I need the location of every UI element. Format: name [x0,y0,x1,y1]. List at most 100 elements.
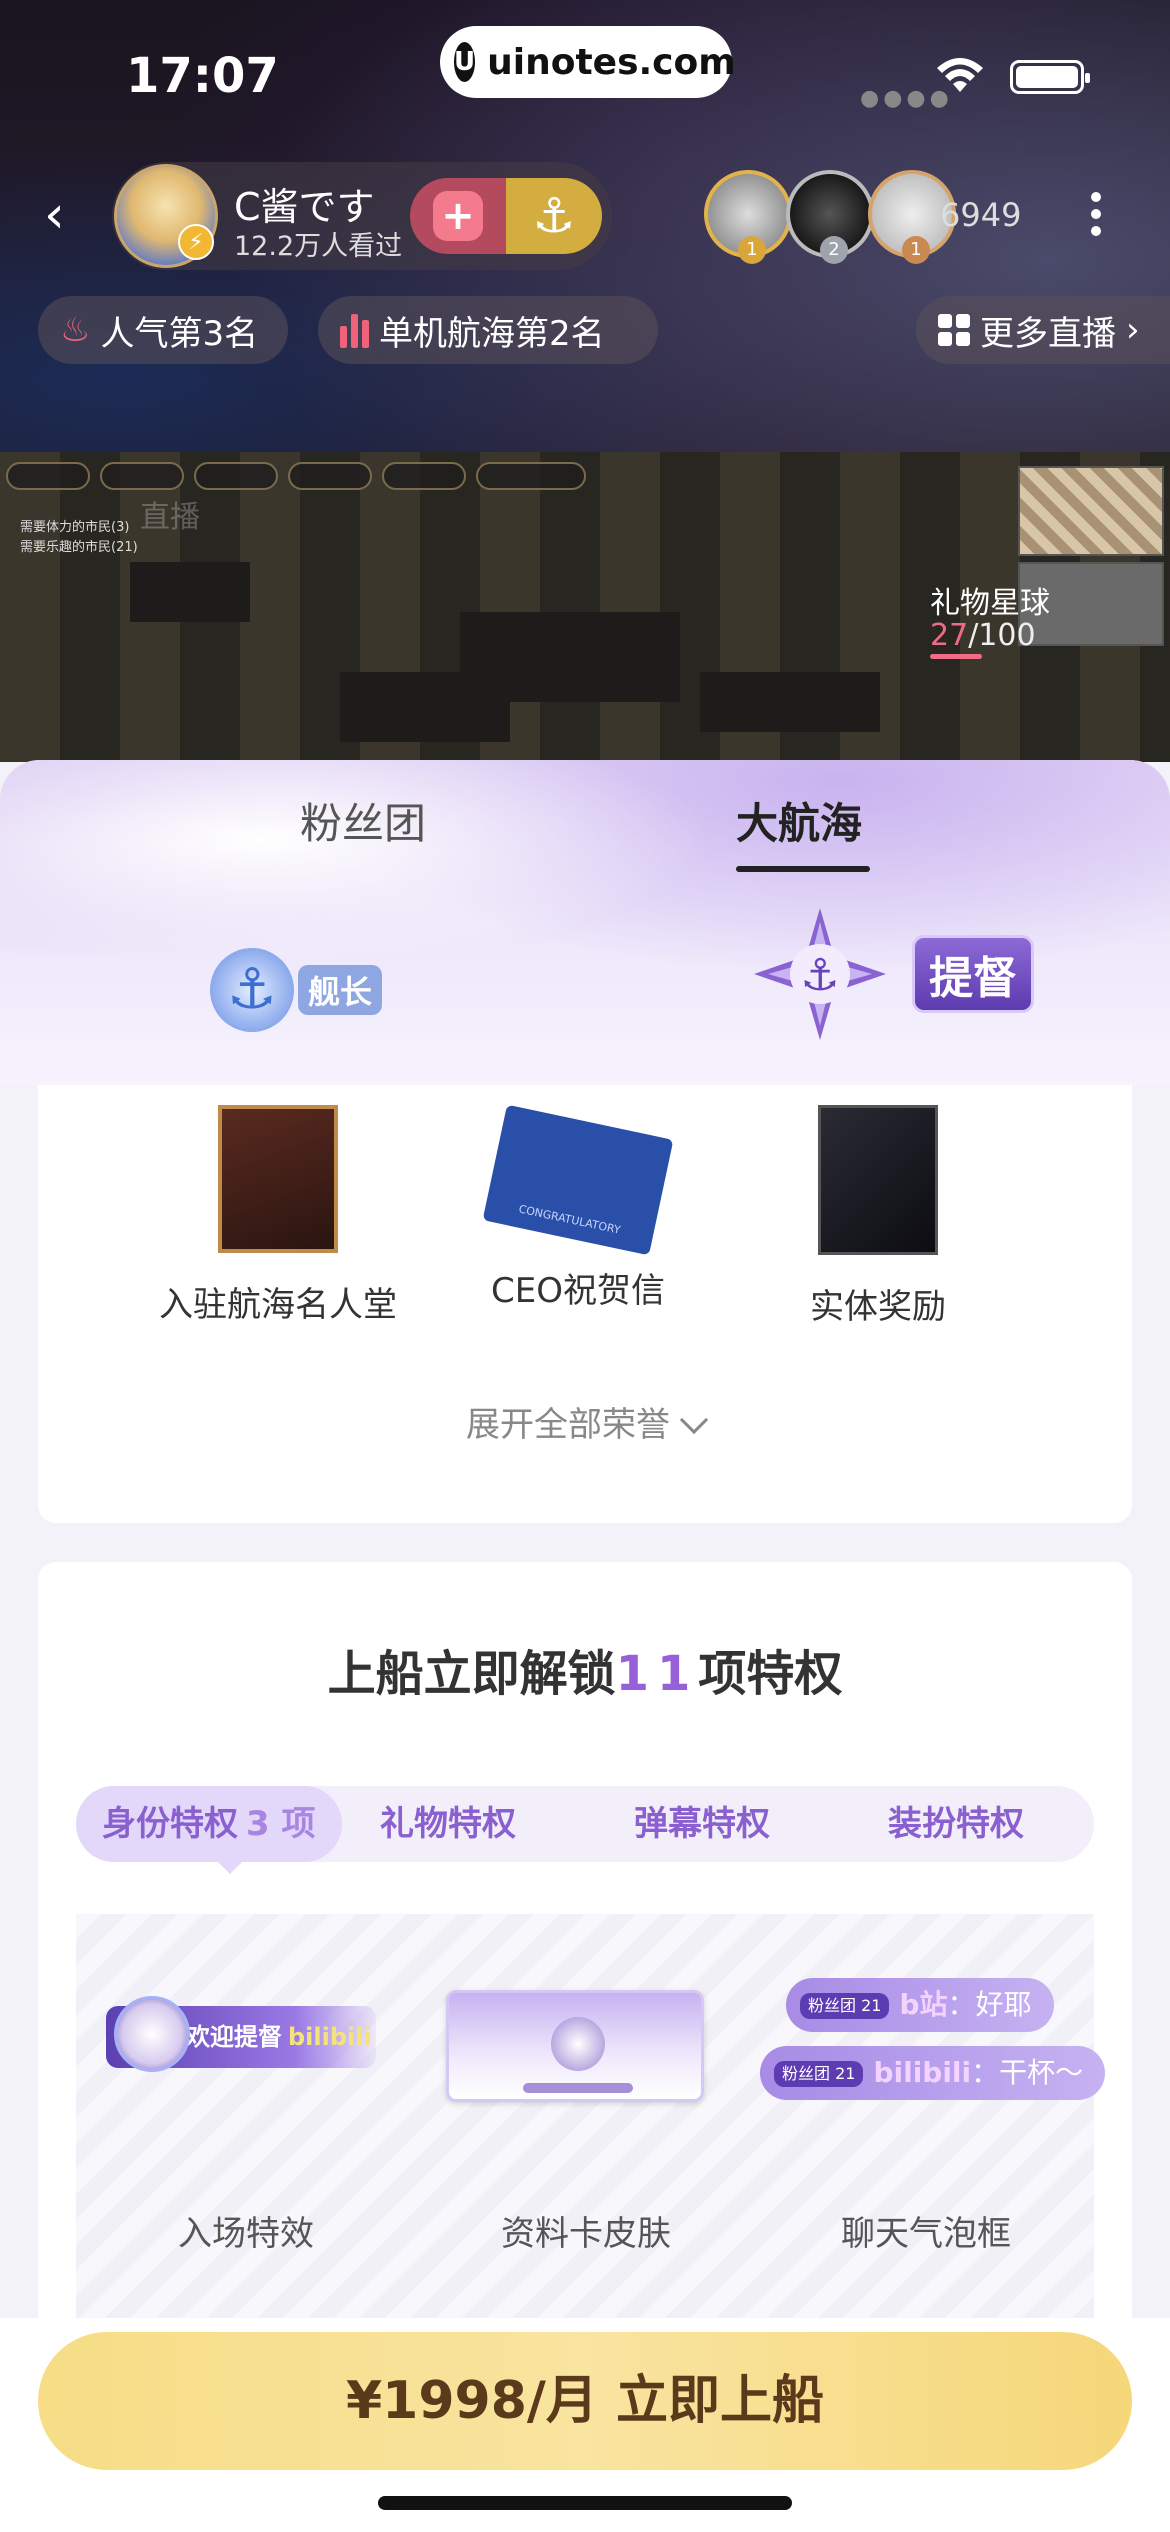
entry-effect-text: 欢迎提督 [186,2023,282,2051]
lightning-badge-icon: ⚡ [178,224,214,260]
envelope-text: CONGRATULATORY [517,1202,622,1237]
live-header: 17:07 U uinotes.com ●●●● ‹ ⚡ C酱です 12.2万人… [0,0,1170,762]
bubble-site: bilibili [873,2056,972,2089]
fan-avatar[interactable]: 1 [704,170,792,264]
more-live-button[interactable]: 更多直播 › [916,296,1170,364]
privilege-category-tabs: 身份特权 3 项 礼物特权 弹幕特权 装扮特权 [76,1786,1094,1862]
fan-badge: 粉丝团 21 [774,2061,864,2087]
online-count[interactable]: 6949 [940,196,1021,234]
heart-plus-icon: + [433,191,483,241]
category-rank-label: 单机航海第2名 [379,313,605,354]
wifi-icon [937,58,983,92]
guard-sheet: 粉丝团 大航海 ⚓ 舰长 ⚓ 提督 入驻航海名人堂 CONGRATULATORY… [0,760,1170,2532]
game-tile [340,672,510,742]
gift-current: 27 [930,618,969,653]
gift-star-progress: 27/100 [930,618,1036,653]
privilege-label: 聊天气泡框 [841,2214,1011,2254]
title-number: 11 [615,1646,699,1702]
level-captain[interactable]: ⚓ 舰长 [210,948,383,1032]
game-tip: 需要体力的市民(3) [20,520,130,535]
admiral-label: 提督 [912,935,1034,1013]
tab-pointer [216,1860,244,1874]
tab-gift[interactable]: 礼物特权 [380,1786,516,1862]
uinotes-logo-icon: U [454,42,476,82]
privilege-chat-bubble[interactable]: 粉丝团 21 b站：好耶 粉丝团 21 bilibili：干杯～ 聊天气泡框 [756,1914,1106,2334]
privileges-title: 上船立即解锁11项特权 [38,1634,1132,1704]
bubble-text: ：好耶 [947,1988,1032,2021]
privilege-label: 入场特效 [178,2214,314,2254]
tab-identity-count: 3 项 [246,1804,316,1844]
privilege-entry-effect[interactable]: 欢迎提督 bilibili 入场特效 [76,1914,416,2334]
avatar [551,2017,605,2071]
more-options-icon[interactable] [1088,186,1104,246]
tab-danmaku[interactable]: 弹幕特权 [634,1786,770,1862]
level-admiral[interactable]: ⚓ 提督 [752,906,1034,1042]
url-pill[interactable]: U uinotes.com [440,26,736,98]
expand-honors-button[interactable]: 展开全部荣誉 [38,1397,1132,1446]
tab-identity[interactable]: 身份特权 3 项 [76,1786,342,1862]
tab-dressup[interactable]: 装扮特权 [888,1786,1024,1862]
captain-anchor-icon: ⚓ [210,948,294,1032]
board-ship-button[interactable]: ¥1998/月 立即上船 [38,2332,1132,2470]
grid-icon [938,314,970,346]
gift-total: /100 [968,618,1036,653]
bubble-text: ：干杯～ [971,2056,1084,2089]
honor-label: 入驻航海名人堂 [159,1285,397,1325]
tab-underline [736,866,870,872]
fan-avatar[interactable]: 2 [786,170,874,264]
sheet-header: 粉丝团 大航海 ⚓ 舰长 ⚓ 提督 [0,760,1170,1085]
entry-effect-brand: bilibili [288,2023,372,2051]
envelope-icon: CONGRATULATORY [482,1104,674,1256]
flame-icon: ♨ [60,310,91,350]
gift-progress-bar [930,654,982,659]
skin-name-bar [523,2083,633,2093]
expand-honors-label: 展开全部荣誉 [466,1405,670,1445]
chevron-right-icon: › [1126,310,1140,350]
profile-skin-preview [446,1990,704,2102]
status-bar: 17:07 U uinotes.com ●●●● [0,0,1170,150]
chat-bubble-preview: 粉丝团 21 bilibili：干杯～ [760,2046,1106,2100]
game-tip: 需要乐趣的市民(21) [20,540,138,555]
hall-of-fame-frame-icon [218,1105,338,1253]
rank-number: 2 [820,236,848,264]
honors-card: 入驻航海名人堂 CONGRATULATORY CEO祝贺信 实体奖励 展开全部荣… [38,1085,1132,1523]
popularity-rank-label: 人气第3名 [100,313,259,354]
svg-text:⚓: ⚓ [800,950,839,1001]
honor-hall-of-fame[interactable]: 入驻航海名人堂 [128,1105,428,1326]
tab-fan-club[interactable]: 粉丝团 [300,790,426,851]
follow-button[interactable]: + [410,178,506,254]
honor-label: CEO祝贺信 [491,1271,665,1311]
honor-physical-reward[interactable]: 实体奖励 [728,1105,1028,1328]
avatar [114,1996,190,2072]
tab-voyage[interactable]: 大航海 [736,790,862,851]
live-video[interactable]: 直播 需要体力的市民(3) 需要乐趣的市民(21) 礼物星球 27/100 [0,452,1170,762]
title-suffix: 项特权 [698,1646,843,1702]
privilege-profile-skin[interactable]: 资料卡皮肤 [416,1914,756,2334]
back-icon[interactable]: ‹ [44,189,84,241]
guard-anchor-button[interactable]: ⚓ [506,178,602,254]
category-rank-tag[interactable]: 单机航海第2名 [318,296,658,364]
bubble-site: b站 [899,1988,948,2021]
privileges-card: 上船立即解锁11项特权 身份特权 3 项 礼物特权 弹幕特权 装扮特权 欢迎提督 b… [38,1562,1132,2362]
crystal-frame-icon [818,1105,938,1255]
gift-star-label[interactable]: 礼物星球 [930,578,1050,622]
game-tile [130,562,250,622]
privilege-label: 资料卡皮肤 [501,2214,671,2254]
honor-ceo-letter[interactable]: CONGRATULATORY CEO祝贺信 [428,1104,728,1312]
chevron-down-icon [679,1405,709,1435]
captain-label: 舰长 [298,965,383,1015]
status-time: 17:07 [126,48,279,104]
title-prefix: 上船立即解锁 [327,1646,616,1702]
tab-identity-label: 身份特权 [102,1804,238,1844]
battery-icon [1010,60,1090,94]
fan-badge: 粉丝团 21 [800,1993,890,2019]
url-text: uinotes.com [487,41,736,83]
anchor-name: C酱です [234,185,375,229]
entry-effect-preview: 欢迎提督 bilibili [106,1996,376,2072]
rank-number: 1 [902,236,930,264]
admiral-anchor-icon: ⚓ [754,908,886,1040]
game-tile [700,672,880,732]
home-indicator[interactable] [378,2496,792,2510]
game-hud [6,462,586,492]
popularity-rank-tag[interactable]: ♨ 人气第3名 [38,296,288,364]
